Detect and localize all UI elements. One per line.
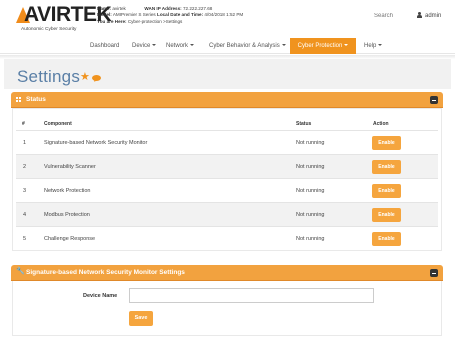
wrench-icon: 🔧 xyxy=(16,268,25,275)
enable-button[interactable]: Enable xyxy=(372,160,401,174)
chevron-down-icon xyxy=(281,44,286,46)
chat-icon[interactable] xyxy=(92,75,101,81)
model-value: AMIPremier S Series xyxy=(112,12,156,18)
status-panel-title: Status xyxy=(26,96,46,103)
name-label: Name: xyxy=(97,6,112,11)
model-label: Model: xyxy=(97,12,112,18)
table-row: 2 Vulnerability Scanner Not running Enab… xyxy=(16,154,438,178)
col-component: Component xyxy=(44,121,72,127)
user-name: admin xyxy=(425,13,442,19)
row-component: Vulnerability Scanner xyxy=(44,164,96,170)
chevron-down-icon xyxy=(152,44,157,46)
enable-button[interactable]: Enable xyxy=(372,232,401,246)
user-icon xyxy=(417,12,422,18)
row-status: Not running xyxy=(296,164,325,170)
row-status: Not running xyxy=(296,188,325,194)
wan-label: WAN IP Address: xyxy=(144,6,182,11)
star-icon[interactable]: ★ xyxy=(80,72,90,83)
chevron-down-icon xyxy=(190,44,195,46)
datetime-label: Local Date and Time: xyxy=(157,12,204,18)
main-nav: Dashboard Device Network Cyber Behavior … xyxy=(0,38,455,54)
brand-logo[interactable]: AVIRTEK Autonomic Cyber Security xyxy=(16,4,112,34)
device-name-input[interactable] xyxy=(129,288,374,303)
brand-tagline: Autonomic Cyber Security xyxy=(21,27,77,32)
nav-label: Help xyxy=(364,43,377,49)
wan-value: 72.222.227.68 xyxy=(182,6,213,11)
nav-cyber-behavior[interactable]: Cyber Behavior & Analysis xyxy=(205,38,290,54)
row-num: 4 xyxy=(23,212,27,218)
nav-help[interactable]: Help xyxy=(360,38,386,54)
location-label: You are Here: xyxy=(97,18,127,24)
row-component: Challenge Response xyxy=(44,236,96,242)
nav-label: Cyber Behavior & Analysis xyxy=(209,43,280,49)
row-num: 2 xyxy=(23,164,27,170)
col-action: Action xyxy=(373,121,389,127)
nav-label: Dashboard xyxy=(90,43,120,49)
table-row: 3 Network Protection Not running Enable xyxy=(16,178,438,202)
page-title: Settings xyxy=(17,67,81,86)
enable-button[interactable]: Enable xyxy=(372,184,401,198)
row-component: Network Protection xyxy=(44,188,91,194)
row-component: Signature-based Network Security Monitor xyxy=(44,140,148,146)
row-num: 3 xyxy=(23,188,27,194)
system-info: Name: avirtek WAN IP Address: 72.222.227… xyxy=(97,6,243,25)
col-num: # xyxy=(22,121,25,127)
enable-button[interactable]: Enable xyxy=(372,136,401,150)
settings-panel-header: 🔧 Signature-based Network Security Monit… xyxy=(11,265,443,281)
datetime-value: 4/04/2018 1:52 PM xyxy=(204,12,244,18)
nav-device[interactable]: Device xyxy=(128,38,160,54)
chevron-down-icon xyxy=(378,44,383,46)
nav-dashboard[interactable]: Dashboard xyxy=(86,38,123,54)
table-row: 4 Modbus Protection Not running Enable xyxy=(16,202,438,226)
collapse-status-button[interactable] xyxy=(430,96,438,104)
nav-network[interactable]: Network xyxy=(162,38,198,54)
grid-icon xyxy=(16,97,22,103)
status-panel-header: Status xyxy=(11,92,443,108)
table-row: 5 Challenge Response Not running Enable xyxy=(16,226,438,250)
name-value: avirtek xyxy=(112,6,126,11)
nav-label: Network xyxy=(166,43,189,49)
table-row: 1 Signature-based Network Security Monit… xyxy=(16,130,438,154)
nav-label: Cyber Protection xyxy=(297,43,343,49)
location-value: Cyber-protection >Settings xyxy=(127,18,183,24)
save-button[interactable]: Save xyxy=(129,311,153,326)
row-component: Modbus Protection xyxy=(44,212,90,218)
nav-label: Device xyxy=(132,43,151,49)
user-menu[interactable]: admin xyxy=(417,12,441,19)
chevron-down-icon xyxy=(344,44,349,46)
row-status: Not running xyxy=(296,236,325,242)
settings-panel-title: Signature-based Network Security Monitor… xyxy=(26,269,185,276)
status-table-header: # Component Status Action xyxy=(18,118,438,130)
enable-button[interactable]: Enable xyxy=(372,208,401,222)
row-status: Not running xyxy=(296,212,325,218)
row-status: Not running xyxy=(296,140,325,146)
nav-cyber-protection[interactable]: Cyber Protection xyxy=(290,38,356,54)
col-status: Status xyxy=(296,121,312,127)
row-num: 5 xyxy=(23,236,27,242)
collapse-settings-button[interactable] xyxy=(430,269,438,277)
top-header: AVIRTEK Autonomic Cyber Security Name: a… xyxy=(0,0,455,38)
device-name-label: Device Name xyxy=(83,293,118,299)
row-num: 1 xyxy=(23,140,27,146)
